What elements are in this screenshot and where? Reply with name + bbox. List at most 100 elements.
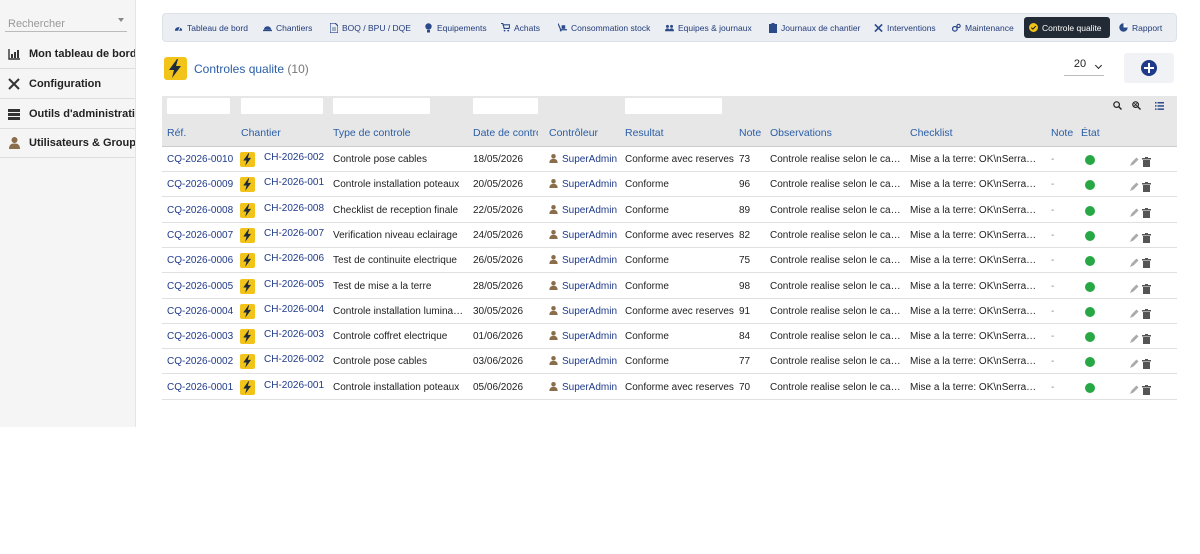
delete-icon[interactable] bbox=[1142, 230, 1151, 243]
cell-chantier[interactable]: CH-2026-007 bbox=[264, 228, 324, 239]
edit-icon[interactable] bbox=[1129, 205, 1139, 217]
delete-icon[interactable] bbox=[1142, 255, 1151, 269]
filter-date-input[interactable] bbox=[473, 98, 538, 114]
table-row[interactable]: CQ-2026-0010 CH-2026-002 Controle pose cab… bbox=[162, 147, 1177, 172]
chevron-down-icon[interactable] bbox=[118, 18, 124, 22]
table-row[interactable]: CQ-2026-0003 CH-2026-003 Controle coffret … bbox=[162, 324, 1177, 350]
cell-ref[interactable]: CQ-2026-0003 bbox=[167, 331, 239, 342]
cell-controleur[interactable]: SuperAdmin bbox=[549, 229, 617, 241]
filter-chantier-input[interactable] bbox=[241, 98, 323, 114]
edit-icon[interactable] bbox=[1129, 306, 1139, 318]
edit-icon[interactable] bbox=[1129, 356, 1139, 369]
cell-controleur[interactable]: SuperAdmin bbox=[549, 280, 617, 292]
nav-equipements[interactable]: Equipements bbox=[419, 17, 492, 38]
clear-filter-icon[interactable] bbox=[1131, 100, 1142, 111]
filter-ref-input[interactable] bbox=[167, 98, 230, 114]
table-row[interactable]: CQ-2026-0009 CH-2026-001 Controle installa… bbox=[162, 172, 1177, 198]
column-header-date[interactable]: Date de controle bbox=[473, 127, 538, 139]
cell-ref[interactable]: CQ-2026-0001 bbox=[167, 382, 239, 393]
column-header-observations[interactable]: Observations bbox=[770, 127, 832, 139]
table-row[interactable]: CQ-2026-0002 CH-2026-002 Controle pose cab… bbox=[162, 349, 1177, 375]
filter-resultat-input[interactable] bbox=[625, 98, 722, 114]
page-limit-select[interactable]: 20 bbox=[1064, 58, 1104, 76]
sidebar-item-admin-tools[interactable]: Outils d'administration bbox=[0, 100, 135, 129]
filter-type-input[interactable] bbox=[333, 98, 430, 114]
nav-maintenance[interactable]: Maintenance bbox=[947, 17, 1019, 38]
cell-ref[interactable]: CQ-2026-0006 bbox=[167, 255, 239, 266]
edit-icon[interactable] bbox=[1129, 179, 1139, 192]
sidebar-search-input[interactable] bbox=[5, 15, 115, 33]
edit-icon[interactable] bbox=[1129, 154, 1139, 166]
delete-icon[interactable] bbox=[1142, 356, 1151, 370]
column-header-resultat[interactable]: Resultat bbox=[625, 127, 664, 139]
table-row[interactable]: CQ-2026-0004 CH-2026-004 Controle installa… bbox=[162, 298, 1177, 324]
nav-journaux-chantier[interactable]: Journaux de chantier bbox=[763, 17, 865, 38]
cell-chantier[interactable]: CH-2026-002 bbox=[264, 152, 324, 163]
cell-chantier[interactable]: CH-2026-003 bbox=[264, 329, 324, 340]
delete-icon[interactable] bbox=[1142, 205, 1151, 218]
cell-ref[interactable]: CQ-2026-0005 bbox=[167, 281, 239, 292]
nav-interventions[interactable]: Interventions bbox=[869, 17, 941, 38]
cell-chantier[interactable]: CH-2026-008 bbox=[264, 203, 324, 214]
table-row[interactable]: CQ-2026-0005 CH-2026-005 Test de mise a la… bbox=[162, 273, 1177, 299]
add-record-button[interactable] bbox=[1141, 60, 1157, 76]
column-header-note-2[interactable]: Note bbox=[1051, 127, 1073, 139]
column-header-type[interactable]: Type de controle bbox=[333, 127, 411, 139]
nav-chantiers[interactable]: Chantiers bbox=[258, 17, 317, 38]
table-row[interactable]: CQ-2026-0006 CH-2026-006 Test de continuit… bbox=[162, 248, 1177, 274]
delete-icon[interactable] bbox=[1142, 154, 1151, 167]
cell-chantier[interactable]: CH-2026-005 bbox=[264, 279, 324, 290]
cell-ref[interactable]: CQ-2026-0002 bbox=[167, 356, 239, 367]
cell-chantier[interactable]: CH-2026-001 bbox=[264, 380, 324, 391]
cell-controleur[interactable]: SuperAdmin bbox=[549, 356, 617, 367]
delete-icon[interactable] bbox=[1142, 306, 1151, 319]
cell-controleur[interactable]: SuperAdmin bbox=[549, 179, 617, 190]
sidebar-item-dashboard[interactable]: Mon tableau de bord bbox=[0, 40, 135, 69]
cell-ref[interactable]: CQ-2026-0009 bbox=[167, 179, 239, 190]
nav-equipes-journaux[interactable]: Equipes & journaux bbox=[660, 17, 757, 38]
column-header-checklist[interactable]: Checklist bbox=[910, 127, 953, 139]
column-header-note[interactable]: Note bbox=[739, 127, 761, 139]
column-header-chantier[interactable]: Chantier bbox=[241, 127, 281, 139]
column-header-controleur[interactable]: Contrôleur bbox=[549, 127, 598, 139]
nav-boq[interactable]: BOQ / BPU / DQE bbox=[324, 17, 416, 38]
edit-icon[interactable] bbox=[1129, 331, 1139, 344]
delete-icon[interactable] bbox=[1142, 331, 1151, 345]
cell-chantier[interactable]: CH-2026-006 bbox=[264, 253, 324, 264]
cell-controleur[interactable]: SuperAdmin bbox=[549, 331, 617, 342]
cell-controleur[interactable]: SuperAdmin bbox=[549, 381, 617, 393]
sidebar-search[interactable] bbox=[5, 14, 127, 33]
nav-achats[interactable]: Achats bbox=[496, 17, 545, 38]
cell-controleur[interactable]: SuperAdmin bbox=[549, 204, 617, 216]
table-row[interactable]: CQ-2026-0008 CH-2026-008 Checklist de rece… bbox=[162, 197, 1177, 223]
delete-icon[interactable] bbox=[1142, 382, 1151, 395]
column-header-etat[interactable]: État bbox=[1081, 127, 1100, 139]
delete-icon[interactable] bbox=[1142, 179, 1151, 193]
edit-icon[interactable] bbox=[1129, 382, 1139, 394]
nav-rapport[interactable]: Rapport bbox=[1114, 17, 1167, 38]
sidebar-item-users-groups[interactable]: Utilisateurs & Groupes bbox=[0, 129, 135, 158]
nav-tableau-de-bord[interactable]: Tableau de bord bbox=[169, 17, 253, 38]
cell-ref[interactable]: CQ-2026-0007 bbox=[167, 230, 239, 241]
column-header-ref[interactable]: Réf. bbox=[167, 127, 186, 139]
edit-icon[interactable] bbox=[1129, 255, 1139, 268]
cell-chantier[interactable]: CH-2026-004 bbox=[264, 304, 324, 315]
cell-controleur[interactable]: SuperAdmin bbox=[549, 154, 617, 165]
column-list-icon[interactable] bbox=[1154, 100, 1165, 111]
table-row[interactable]: CQ-2026-0007 CH-2026-007 Verification nive… bbox=[162, 222, 1177, 248]
cell-ref[interactable]: CQ-2026-0004 bbox=[167, 306, 239, 317]
cell-ref[interactable]: CQ-2026-0010 bbox=[167, 154, 239, 165]
edit-icon[interactable] bbox=[1129, 281, 1139, 293]
sidebar-item-configuration[interactable]: Configuration bbox=[0, 70, 135, 99]
cell-chantier[interactable]: CH-2026-002 bbox=[264, 354, 324, 365]
cell-ref[interactable]: CQ-2026-0008 bbox=[167, 205, 239, 216]
delete-icon[interactable] bbox=[1142, 281, 1151, 294]
nav-consommation-stock[interactable]: Consommation stock bbox=[553, 17, 655, 38]
nav-controle-qualite[interactable]: Controle qualite bbox=[1024, 17, 1110, 38]
search-icon[interactable] bbox=[1112, 100, 1123, 111]
cell-controleur[interactable]: SuperAdmin bbox=[549, 255, 617, 266]
edit-icon[interactable] bbox=[1129, 230, 1139, 242]
cell-chantier[interactable]: CH-2026-001 bbox=[264, 177, 324, 188]
table-row[interactable]: CQ-2026-0001 CH-2026-001 Controle installa… bbox=[162, 374, 1177, 400]
cell-controleur[interactable]: SuperAdmin bbox=[549, 305, 617, 317]
